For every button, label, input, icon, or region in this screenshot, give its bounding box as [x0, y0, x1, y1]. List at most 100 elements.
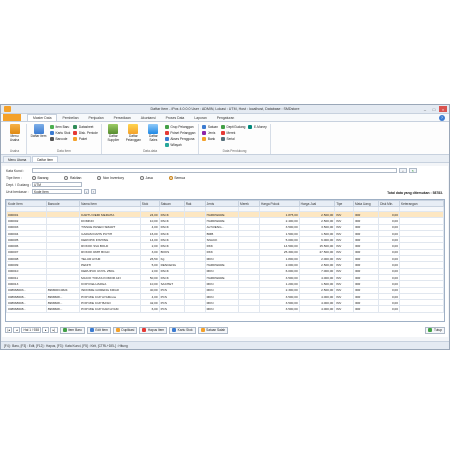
paket-button[interactable]: Paket	[73, 136, 97, 141]
page-indicator: Hal 1 / 938	[21, 327, 42, 333]
radio-jasa[interactable]: Jasa	[140, 175, 153, 180]
brand-icon	[220, 130, 225, 135]
copy-icon	[115, 328, 120, 332]
satuan-salah-button[interactable]: Satuan Salah	[197, 326, 229, 334]
help-icon[interactable]: ?	[439, 114, 445, 121]
wilayah-label: Wilayah	[170, 142, 182, 147]
tab-master-data[interactable]: Master Data	[27, 114, 58, 121]
daftar-sales-button[interactable]: Daftar Sales	[145, 124, 162, 149]
card-icon	[50, 130, 54, 135]
radio-barang-label: Barang	[37, 175, 49, 180]
file-menu-button[interactable]	[3, 114, 21, 121]
search-icon[interactable]: ⌕	[399, 168, 407, 173]
merek-label: Merek	[226, 130, 236, 135]
kata-kunci-input[interactable]	[32, 168, 397, 173]
table-cell	[399, 305, 444, 313]
first-page-button[interactable]: |◂	[5, 327, 13, 333]
sort-asc-icon[interactable]: ↓	[84, 189, 89, 194]
duplikasi-label: Duplikasi	[121, 328, 135, 332]
item-table: Kode Item Barcode Nama Item Stok Satuan …	[5, 199, 445, 322]
kartu-stok-bottom-button[interactable]: Kartu Stok	[169, 326, 196, 334]
radio-non-inventory-label: Non Inventory	[102, 175, 125, 180]
satuan-button[interactable]: Satuan	[202, 124, 218, 129]
last-page-button[interactable]: ▸|	[50, 327, 58, 333]
radio-semua[interactable]: Semua	[168, 175, 185, 180]
edit-item-label: Edit Item	[95, 328, 108, 332]
disk-periode-button[interactable]: Disk. Periode	[73, 130, 98, 135]
table-cell	[238, 305, 260, 313]
grup-pelanggan-button[interactable]: Grup Pelanggan	[164, 124, 196, 129]
radio-rakitan-label: Rakitan	[69, 175, 82, 180]
menu-usaha-button[interactable]: Menu Usaha	[6, 124, 23, 149]
sort-desc-icon[interactable]: ↑	[91, 189, 96, 194]
menu-usaha-label: Menu Usaha	[9, 134, 20, 142]
ribbon-group-data-data: Daftar Supplier Daftar Pelanggan Daftar …	[102, 124, 200, 154]
tab-pengaturan[interactable]: Pengaturan	[212, 114, 240, 121]
filter-area: Kata Kunci : ⌕ ↻ Tipe Item : Barang Raki…	[2, 166, 448, 197]
item-baru-bottom-button[interactable]: Item Baru	[59, 326, 85, 334]
ribbon: Menu Usaha Usaha Daftar Item Item Baru K…	[1, 122, 449, 155]
kartu-stok-button[interactable]: Kartu Stok	[50, 130, 70, 135]
table-cell: 8968608...	[45, 305, 81, 313]
duplikasi-button[interactable]: Duplikasi	[112, 326, 138, 334]
hapus-item-button[interactable]: Hapus Item	[139, 326, 168, 334]
prev-page-button[interactable]: ◂	[13, 327, 21, 333]
merek-button[interactable]: Merek	[220, 130, 245, 135]
radio-rakitan[interactable]: Rakitan	[64, 175, 82, 180]
daftar-item-panel: Kata Kunci : ⌕ ↻ Tipe Item : Barang Raki…	[2, 166, 448, 337]
barcode-button[interactable]: Barcode	[50, 136, 70, 141]
tab-persediaan[interactable]: Persediaan	[109, 114, 136, 121]
bank-button[interactable]: Bank	[202, 136, 218, 141]
urut-berdasar-select[interactable]: Kode Item	[32, 189, 82, 194]
table-cell: 4.000,00	[298, 305, 336, 313]
radio-barang[interactable]: Barang	[32, 175, 49, 180]
e-money-button[interactable]: E-Money	[248, 124, 267, 129]
exit-icon	[428, 328, 433, 332]
supplier-icon	[108, 124, 119, 134]
daftar-supplier-button[interactable]: Daftar Supplier	[105, 124, 122, 149]
total-data-label: Total data yang ditemukan : 58783.	[387, 191, 443, 195]
table-cell: MKN	[204, 305, 240, 313]
tipe-item-row: Tipe Item : Barang Rakitan Non Inventory…	[6, 175, 201, 180]
dept-gudang-button[interactable]: Dept/Gudang	[220, 124, 245, 129]
edit-item-button[interactable]: Edit Item	[86, 326, 111, 334]
datasheet-button[interactable]: Datasheet	[73, 124, 97, 129]
package-icon	[73, 136, 78, 141]
dept-gudang-select[interactable]: UTM	[32, 182, 82, 187]
table-row[interactable]: 008968608... 8968608... POP MIE CUP KARI A…	[6, 305, 444, 313]
table-body: 000001 KARTU REMI MERAHA 24,00 PACK HARDWARE…	[6, 206, 444, 313]
refresh-icon[interactable]: ↻	[409, 168, 417, 173]
radio-non-inventory[interactable]: Non Inventory	[97, 175, 125, 180]
tab-penjualan[interactable]: Penjualan	[84, 114, 109, 121]
warning-icon	[200, 328, 205, 332]
next-page-button[interactable]: ▸	[42, 327, 50, 333]
new-item-icon	[50, 124, 54, 129]
tab-akuntansi[interactable]: Akuntansi	[136, 114, 161, 121]
daftar-supplier-label: Daftar Supplier	[107, 134, 120, 142]
bottom-toolbar: |◂ ◂ Hal 1 / 938 ▸ ▸| Item Baru Edit Ite…	[5, 325, 445, 335]
ribbon-tabs: Master Data Pembelian Penjualan Persedia…	[1, 114, 449, 122]
jenis-button[interactable]: Jenis	[202, 130, 218, 135]
tab-laporan[interactable]: Laporan	[189, 114, 211, 121]
daftar-pelanggan-label: Daftar Pelanggan	[125, 134, 141, 142]
daftar-item-button[interactable]: Daftar Item	[30, 124, 47, 149]
tab-pembelian[interactable]: Pembelian	[57, 114, 83, 121]
akses-pengguna-button[interactable]: Akses Pengguna	[164, 136, 196, 141]
window-title: Daftar Item - iPos 4.0.0.0 User : ADMIN,…	[150, 107, 300, 111]
user-icon	[164, 136, 169, 141]
tab-menu-utama[interactable]: Menu Utama	[3, 156, 32, 162]
bank-label: Bank	[207, 136, 216, 141]
delete-icon	[142, 328, 147, 332]
tab-daftar-item[interactable]: Daftar Item	[32, 156, 59, 162]
tab-proses-data[interactable]: Proses Data	[161, 114, 190, 121]
daftar-sales-label: Daftar Sales	[149, 134, 158, 142]
tutup-button[interactable]: Tutup	[425, 326, 445, 334]
serial-button[interactable]: Serial	[220, 136, 245, 141]
radio-semua-label: Semua	[174, 175, 185, 180]
item-baru-button[interactable]: Item Baru	[50, 124, 70, 129]
poiset-pelanggan-button[interactable]: Poiset Pelanggan	[164, 130, 195, 135]
wilayah-button[interactable]: Wilayah	[164, 142, 196, 147]
bank-icon	[202, 136, 207, 141]
disk-periode-label: Disk. Periode	[78, 130, 98, 135]
daftar-pelanggan-button[interactable]: Daftar Pelanggan	[125, 124, 142, 149]
